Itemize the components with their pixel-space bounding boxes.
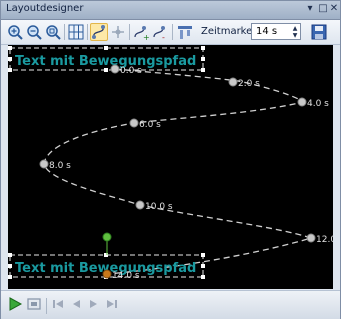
remove-node-button[interactable]: - xyxy=(151,23,169,42)
toolbar: + - Zeitmarke: 14 s ▲ ▼ xyxy=(1,20,340,45)
save-icon xyxy=(311,24,327,40)
window-title: Layoutdesigner xyxy=(6,3,84,14)
zoom-fit-button[interactable] xyxy=(44,23,62,41)
keyframe-point xyxy=(39,159,49,169)
selection-handle xyxy=(8,264,12,268)
selection-handle xyxy=(8,275,12,279)
title-bar: Layoutdesigner ▾ □ ✕ xyxy=(1,1,340,20)
previous-frame-icon xyxy=(73,300,80,308)
playback-bar xyxy=(1,290,340,319)
keyframe-point xyxy=(228,77,238,87)
keyframe-point xyxy=(297,97,307,107)
timestamp-label: 12.0 xyxy=(316,235,333,245)
toolbar-separator xyxy=(64,24,65,40)
rotate-handle xyxy=(102,232,112,242)
zeitmarke-label: Zeitmarke: xyxy=(201,26,256,37)
text-item-top: Text mit Bewegungspfad xyxy=(15,54,196,69)
zoom-in-icon xyxy=(8,25,23,40)
zoom-out-icon xyxy=(27,25,42,40)
close-icon[interactable]: ✕ xyxy=(328,3,340,15)
next-frame-icon xyxy=(90,300,97,308)
motion-path-drawing: Text mit Bewegungspfad Text mit Bewegung… xyxy=(8,46,333,281)
skip-to-end-icon xyxy=(107,300,117,308)
timestamp-label: 6.0 s xyxy=(139,120,161,130)
loop-button[interactable] xyxy=(26,296,42,312)
toolbar-separator xyxy=(129,24,130,40)
keyframe-point xyxy=(129,118,139,128)
svg-text:-: - xyxy=(162,33,165,41)
node-edit-button[interactable] xyxy=(109,23,127,41)
dock-icon[interactable]: ▾ xyxy=(304,3,316,15)
selection-handle xyxy=(201,68,205,72)
zoom-out-button[interactable] xyxy=(25,23,43,41)
toolbar-separator xyxy=(87,24,88,40)
skip-to-start-icon xyxy=(53,300,63,308)
align-icon xyxy=(178,26,192,39)
spin-down-icon[interactable]: ▼ xyxy=(291,32,299,39)
keyframe-point xyxy=(135,200,145,210)
timestamp-label: 10.0 s xyxy=(145,202,173,212)
selection-handle xyxy=(8,46,12,50)
motion-path-button[interactable] xyxy=(90,23,108,41)
timestamp-label: 2.0 s xyxy=(238,79,260,89)
loop-icon xyxy=(27,298,41,310)
grid-icon xyxy=(68,24,84,40)
remove-node-icon: - xyxy=(153,26,165,42)
current-keyframe-point xyxy=(102,269,112,279)
selection-handle xyxy=(8,253,12,257)
skip-to-end-button[interactable] xyxy=(104,296,120,312)
grid-button[interactable] xyxy=(67,23,85,41)
toolbar-separator xyxy=(46,298,47,314)
play-icon xyxy=(9,297,23,311)
selection-handle xyxy=(8,68,12,72)
previous-frame-button[interactable] xyxy=(68,296,84,312)
zeitmarke-value[interactable]: 14 s xyxy=(256,26,277,37)
spin-up-icon[interactable]: ▲ xyxy=(291,25,299,32)
toolbar-separator xyxy=(172,24,173,40)
add-node-button[interactable]: + xyxy=(132,23,150,42)
timestamp-label: 4.0 s xyxy=(307,99,329,109)
timestamp-label: 14.0 s xyxy=(112,271,140,281)
motion-path-icon xyxy=(92,25,105,39)
next-frame-button[interactable] xyxy=(86,296,102,312)
selection-handle xyxy=(201,264,205,268)
align-button[interactable] xyxy=(176,23,194,41)
timestamp-label: 8.0 s xyxy=(49,161,71,171)
selection-handle xyxy=(201,275,205,279)
selection-handle xyxy=(201,46,205,50)
selection-handle xyxy=(201,253,205,257)
add-node-icon: + xyxy=(134,26,150,42)
zeitmarke-spinbox[interactable]: 14 s ▲ ▼ xyxy=(251,23,301,40)
layout-canvas[interactable]: Text mit Bewegungspfad Text mit Bewegung… xyxy=(8,45,333,289)
selection-handle xyxy=(201,57,205,61)
motion-path xyxy=(43,68,314,275)
selection-handle xyxy=(104,46,108,50)
layoutdesigner-window: Layoutdesigner ▾ □ ✕ + - Zeitmarke: 14 s… xyxy=(0,0,341,319)
skip-to-start-button[interactable] xyxy=(50,296,66,312)
keyframe-point xyxy=(110,64,120,74)
timestamp-label: 0.0 s xyxy=(120,66,142,76)
play-button[interactable] xyxy=(7,296,23,312)
svg-text:+: + xyxy=(143,33,150,41)
zoom-fit-icon xyxy=(46,25,61,40)
zoom-in-button[interactable] xyxy=(6,23,24,41)
save-button[interactable] xyxy=(310,23,328,41)
selection-handle xyxy=(8,57,12,61)
keyframe-point xyxy=(306,233,316,243)
node-edit-icon xyxy=(112,26,124,38)
